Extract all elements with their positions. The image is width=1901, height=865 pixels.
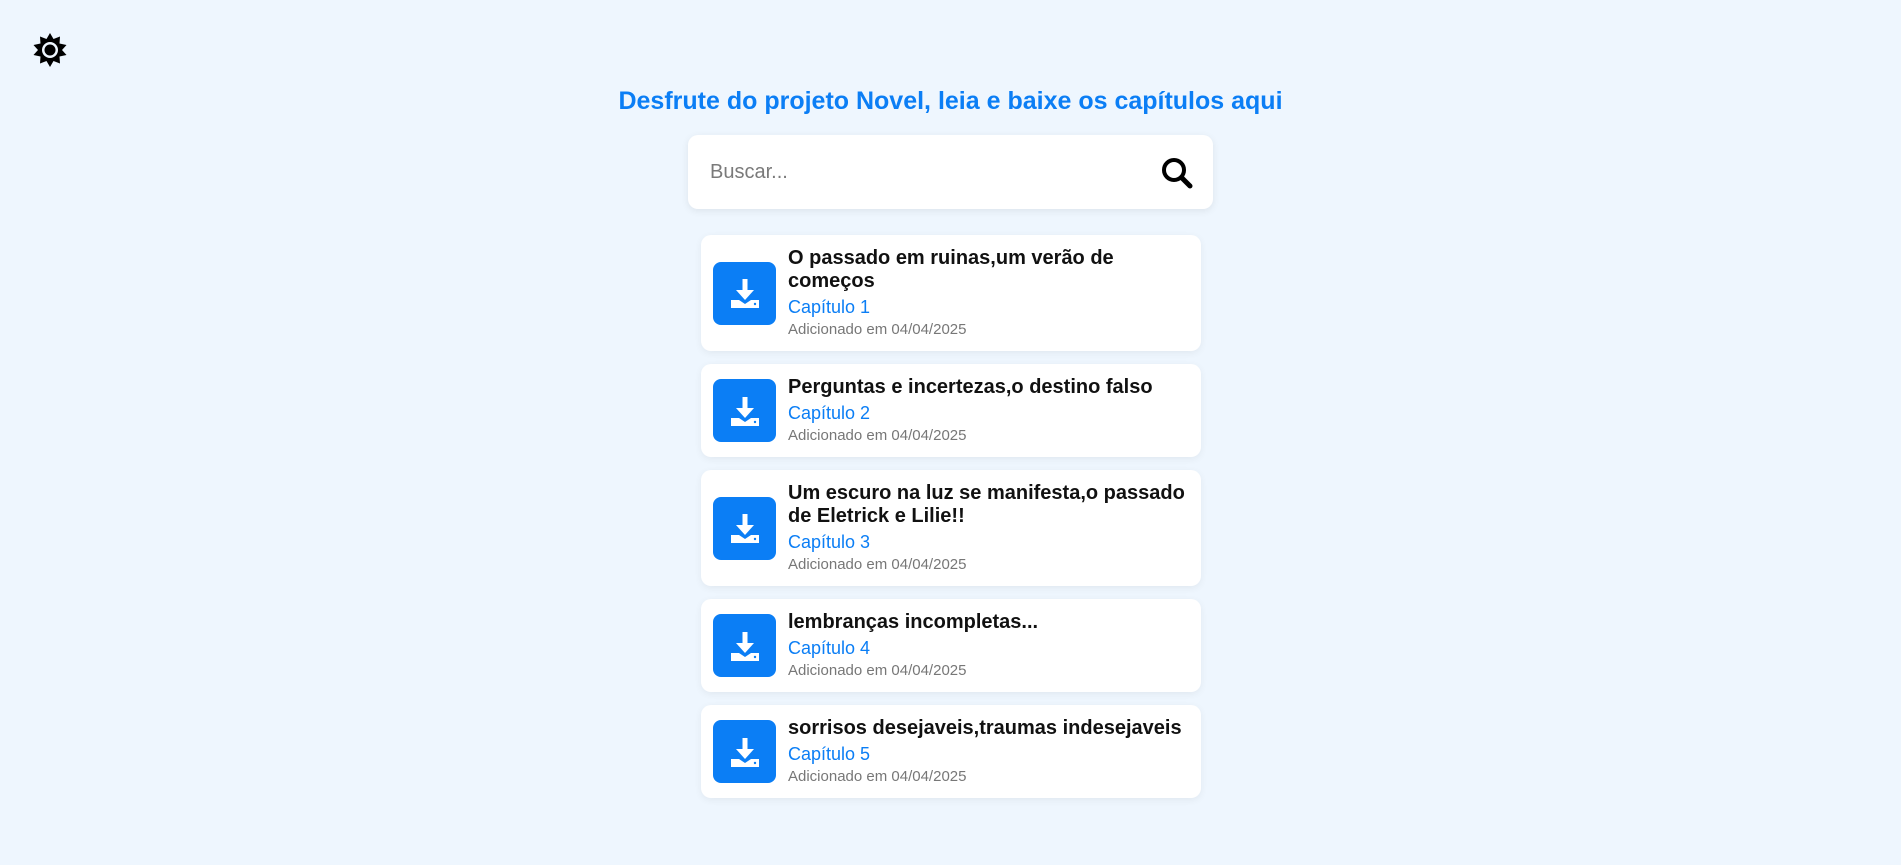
chapter-title: O passado em ruinas,um verão de começos	[788, 247, 1114, 292]
search-box	[688, 135, 1213, 209]
chapter-title: Um escuro na luz se manifesta,o passado …	[788, 482, 1185, 527]
chapter-card[interactable]: lembranças incompletas... Capítulo 4 Adi…	[701, 599, 1201, 692]
chapter-date: Adicionado em 04/04/2025	[788, 662, 967, 679]
chapter-number: Capítulo 5	[788, 744, 871, 764]
chapter-date: Adicionado em 04/04/2025	[788, 768, 967, 785]
chapter-date: Adicionado em 04/04/2025	[788, 556, 967, 573]
page-title: Desfrute do projeto Novel, leia e baixe …	[618, 87, 1283, 115]
download-button[interactable]	[713, 379, 776, 442]
chapter-number: Capítulo 4	[788, 638, 871, 658]
chapter-title: sorrisos desejaveis,traumas indesejaveis	[788, 717, 1182, 739]
chapter-title: lembranças incompletas...	[788, 611, 1039, 633]
chapter-number: Capítulo 3	[788, 532, 871, 552]
download-button[interactable]	[713, 614, 776, 677]
download-button[interactable]	[713, 496, 776, 560]
download-icon	[730, 279, 759, 308]
theme-toggle-button[interactable]	[33, 33, 67, 67]
chapter-info: Um escuro na luz se manifesta,o passado …	[788, 482, 1189, 574]
download-icon	[730, 514, 759, 543]
download-icon	[730, 631, 759, 661]
download-button[interactable]	[713, 261, 776, 325]
chapter-card[interactable]: O passado em ruinas,um verão de começos …	[701, 235, 1201, 351]
chapter-card[interactable]: sorrisos desejaveis,traumas indesejaveis…	[701, 705, 1201, 798]
sun-icon	[33, 33, 67, 67]
chapter-card[interactable]: Perguntas e incertezas,o destino falso C…	[701, 364, 1201, 457]
download-icon	[730, 737, 759, 767]
search-icon[interactable]	[1161, 157, 1193, 189]
chapter-number: Capítulo 2	[788, 403, 871, 423]
chapter-date: Adicionado em 04/04/2025	[788, 321, 967, 338]
chapter-list: O passado em ruinas,um verão de começos …	[701, 235, 1201, 811]
chapter-info: Perguntas e incertezas,o destino falso C…	[788, 376, 1153, 445]
chapter-date: Adicionado em 04/04/2025	[788, 427, 967, 444]
search-input[interactable]	[710, 135, 1130, 209]
chapter-info: lembranças incompletas... Capítulo 4 Adi…	[788, 611, 1038, 680]
download-button[interactable]	[713, 720, 776, 783]
chapter-card[interactable]: Um escuro na luz se manifesta,o passado …	[701, 470, 1201, 586]
chapter-info: O passado em ruinas,um verão de começos …	[788, 247, 1189, 339]
chapter-info: sorrisos desejaveis,traumas indesejaveis…	[788, 717, 1182, 786]
chapter-title: Perguntas e incertezas,o destino falso	[788, 376, 1153, 398]
download-icon	[730, 396, 759, 426]
chapter-number: Capítulo 1	[788, 297, 871, 317]
